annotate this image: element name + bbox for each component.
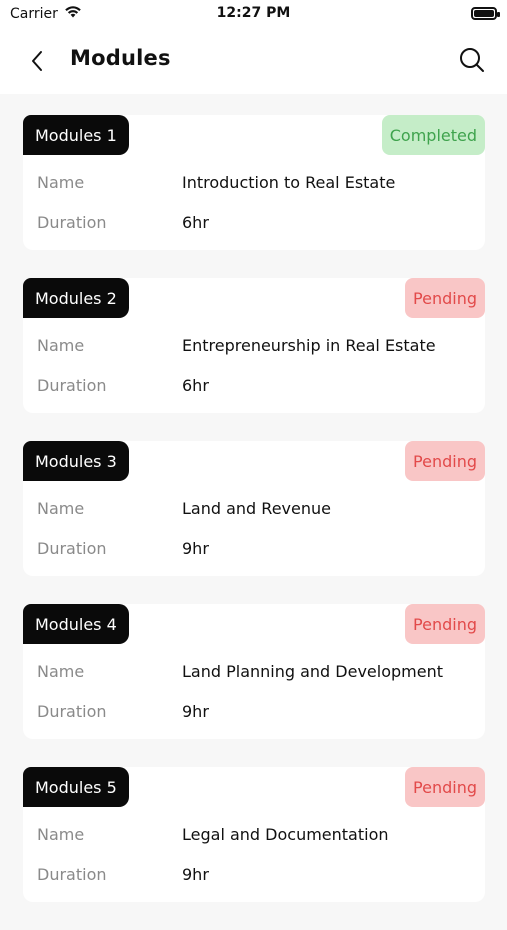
module-name: Introduction to Real Estate [182, 173, 396, 192]
module-card-1[interactable]: Modules 1 Completed Name Introduction to… [23, 115, 485, 250]
module-duration: 6hr [182, 213, 209, 232]
module-tag: Modules 5 [23, 767, 129, 807]
module-name-row: Name Land Planning and Development [37, 662, 443, 681]
name-label: Name [37, 336, 85, 355]
battery-icon [471, 7, 500, 20]
module-duration-row: Duration 6hr [37, 213, 209, 232]
module-card-2[interactable]: Modules 2 Pending Name Entrepreneurship … [23, 278, 485, 413]
module-duration-row: Duration 9hr [37, 539, 209, 558]
module-name: Land Planning and Development [182, 662, 444, 681]
module-duration-row: Duration 6hr [37, 376, 209, 395]
status-badge: Pending [405, 278, 485, 318]
module-duration-row: Duration 9hr [37, 702, 209, 721]
duration-label: Duration [37, 702, 107, 721]
module-list: Modules 1 Completed Name Introduction to… [23, 115, 485, 930]
module-name: Legal and Documentation [182, 825, 389, 844]
duration-label: Duration [37, 865, 107, 884]
duration-label: Duration [37, 213, 107, 232]
header: Modules [0, 28, 507, 94]
module-duration: 9hr [182, 702, 209, 721]
module-name-row: Name Entrepreneurship in Real Estate [37, 336, 436, 355]
back-button[interactable] [22, 46, 52, 76]
module-tag: Modules 1 [23, 115, 129, 155]
status-badge: Pending [405, 767, 485, 807]
chevron-left-icon [32, 51, 42, 71]
module-duration-row: Duration 9hr [37, 865, 209, 884]
duration-label: Duration [37, 376, 107, 395]
name-label: Name [37, 662, 85, 681]
module-name: Land and Revenue [182, 499, 331, 518]
duration-label: Duration [37, 539, 107, 558]
module-card-4[interactable]: Modules 4 Pending Name Land Planning and… [23, 604, 485, 739]
module-name: Entrepreneurship in Real Estate [182, 336, 436, 355]
module-card-3[interactable]: Modules 3 Pending Name Land and Revenue … [23, 441, 485, 576]
page-title: Modules [70, 46, 171, 70]
module-name-row: Name Land and Revenue [37, 499, 331, 518]
search-icon [460, 48, 484, 72]
module-card-5[interactable]: Modules 5 Pending Name Legal and Documen… [23, 767, 485, 902]
name-label: Name [37, 499, 85, 518]
module-name-row: Name Introduction to Real Estate [37, 173, 395, 192]
status-badge: Completed [381, 115, 485, 155]
status-time: 12:27 PM [216, 5, 291, 21]
status-bar: Carrier 12:27 PM [0, 0, 507, 28]
status-badge: Pending [405, 441, 485, 481]
name-label: Name [37, 825, 85, 844]
module-duration: 9hr [182, 865, 209, 884]
module-duration: 6hr [182, 376, 209, 395]
search-button[interactable] [457, 45, 487, 75]
module-duration: 9hr [182, 539, 209, 558]
status-badge: Pending [405, 604, 485, 644]
module-name-row: Name Legal and Documentation [37, 825, 389, 844]
module-tag: Modules 3 [23, 441, 129, 481]
name-label: Name [37, 173, 85, 192]
module-tag: Modules 2 [23, 278, 129, 318]
module-tag: Modules 4 [23, 604, 129, 644]
